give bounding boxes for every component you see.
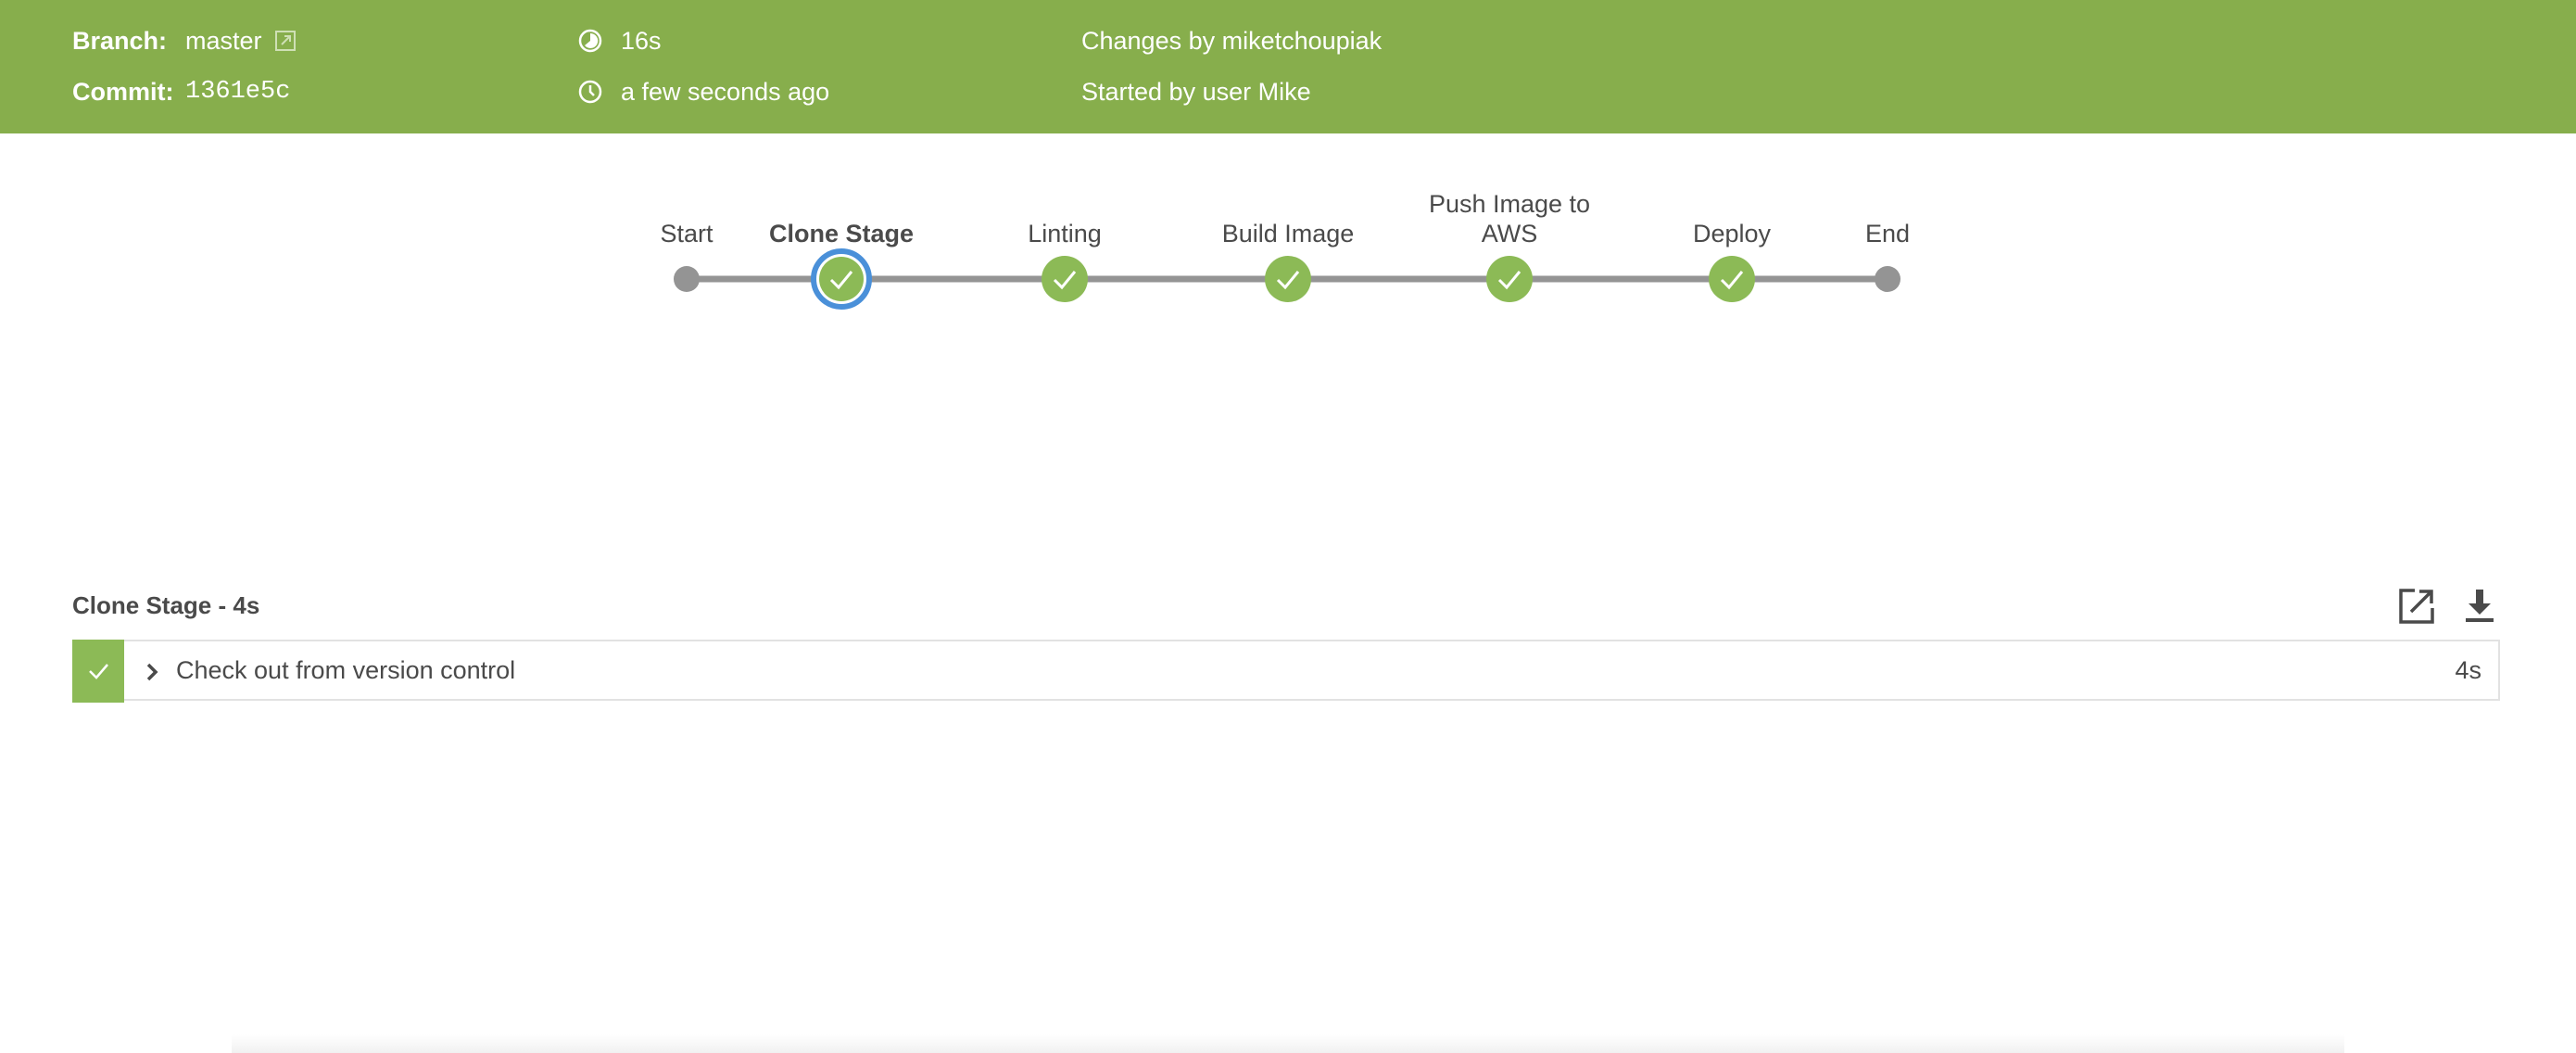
- step-row[interactable]: Check out from version control 4s: [72, 640, 2500, 703]
- stage-detail-title: Clone Stage - 4s: [72, 591, 260, 619]
- pipeline-connectors: [674, 248, 1900, 310]
- step-status-success: [72, 640, 124, 703]
- step-name: Check out from version control: [176, 656, 516, 684]
- start-node: [674, 266, 700, 292]
- download-icon[interactable]: [2459, 586, 2500, 627]
- stage-node-build-image[interactable]: [1265, 256, 1311, 302]
- stage-label-build-image[interactable]: Build Image: [1222, 219, 1355, 248]
- stage-label-clone-stage[interactable]: Clone Stage: [769, 219, 914, 248]
- stage-label-end: End: [1864, 220, 1911, 247]
- check-icon: [89, 664, 108, 679]
- stage-label-push-image-line2[interactable]: AWS: [1482, 219, 1538, 248]
- stage-label-linting[interactable]: Linting: [1028, 219, 1102, 248]
- end-node: [1875, 266, 1900, 292]
- stage-label-deploy[interactable]: Deploy: [1693, 219, 1771, 248]
- stage-node-push-image[interactable]: [1486, 256, 1533, 302]
- footer-shadow: [232, 1034, 2344, 1053]
- stage-label-push-image-line1[interactable]: Push Image to: [1429, 189, 1590, 219]
- stage-label-start: Start: [660, 220, 713, 247]
- step-duration: 4s: [2455, 656, 2481, 684]
- chevron-right-icon[interactable]: [143, 660, 163, 684]
- stage-node-clone-stage[interactable]: [819, 257, 864, 301]
- open-external-icon[interactable]: [2396, 586, 2437, 627]
- pipeline-graph: Start Clone Stage Linting Build Image Pu…: [0, 0, 2576, 371]
- stage-node-deploy[interactable]: [1709, 256, 1755, 302]
- stage-node-linting[interactable]: [1042, 256, 1088, 302]
